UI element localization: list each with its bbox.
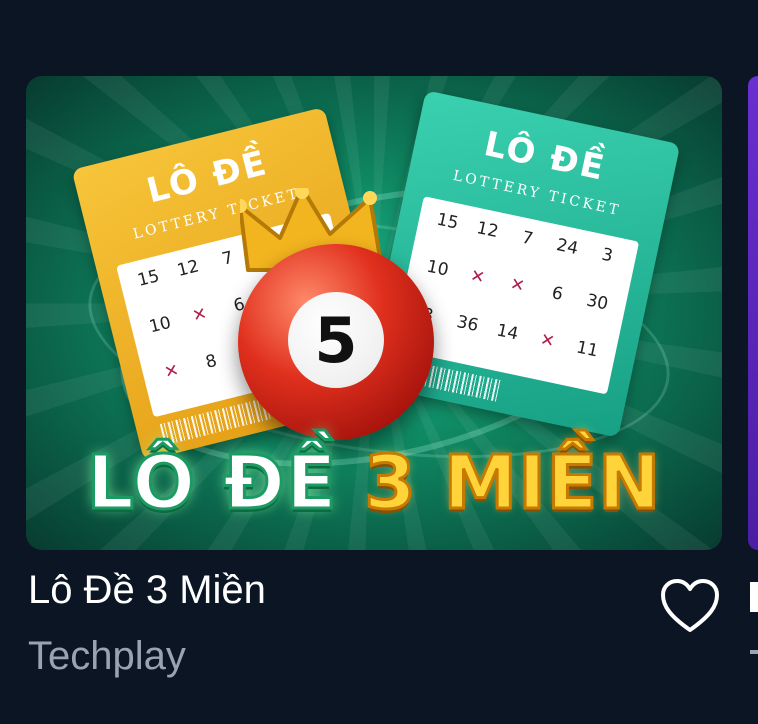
banner-headline: LÔ ĐỀ 3 MIỀN: [26, 439, 722, 528]
game-provider[interactable]: Techplay: [28, 634, 186, 679]
ticket-number: 11: [574, 337, 600, 362]
ticket-number: 3: [599, 244, 615, 267]
headline-white-text: LÔ ĐỀ: [85, 439, 338, 528]
game-thumbnail[interactable]: LÔ ĐỀ LOTTERY TICKET 15 12 7 24 3 10 ✕ 6…: [26, 76, 722, 550]
next-game-provider-partial: [750, 650, 758, 654]
next-game-title-partial: [750, 582, 758, 612]
page: LÔ ĐỀ LOTTERY TICKET 15 12 7 24 3 10 ✕ 6…: [0, 0, 758, 724]
ticket-number: 30: [584, 290, 610, 315]
heart-icon[interactable]: [660, 578, 720, 634]
lottery-ball: 5: [238, 244, 434, 440]
ball-number: 5: [288, 292, 384, 388]
next-game-thumbnail-partial[interactable]: [748, 76, 758, 550]
headline-gold-text: 3 MIỀN: [363, 439, 662, 528]
game-title[interactable]: Lô Đề 3 Miền: [28, 568, 266, 613]
